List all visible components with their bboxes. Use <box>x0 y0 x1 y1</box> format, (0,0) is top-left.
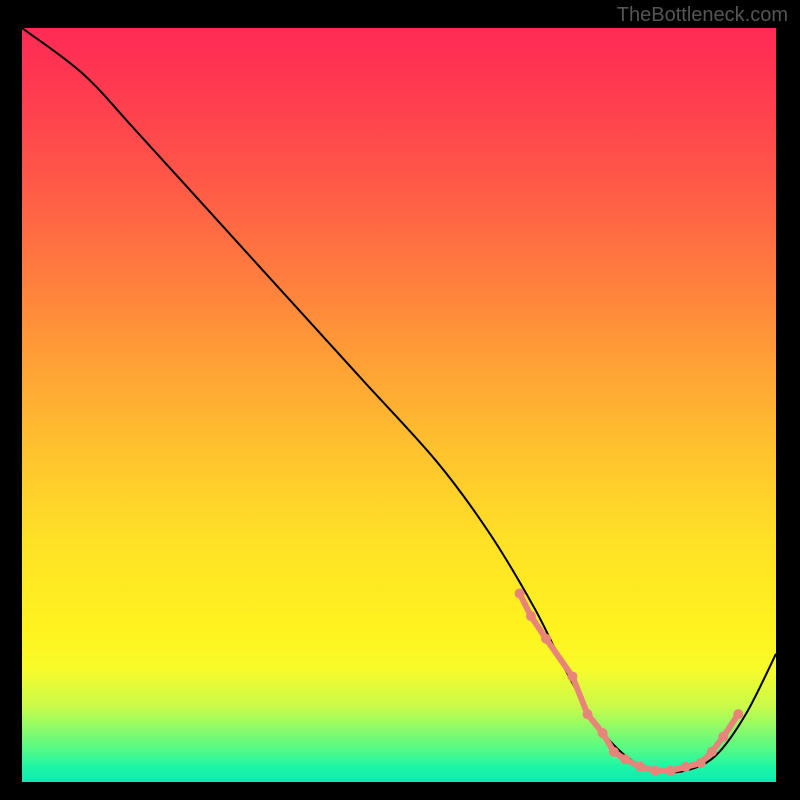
highlight-marker <box>620 754 630 764</box>
bottleneck-curve-line <box>22 28 776 773</box>
highlight-marker <box>567 671 577 681</box>
highlight-marker <box>515 589 525 599</box>
highlight-marker <box>681 762 691 772</box>
highlight-marker <box>718 732 728 742</box>
highlight-marker <box>526 611 536 621</box>
curve-svg <box>22 28 776 782</box>
highlight-markers <box>515 589 744 776</box>
highlight-marker <box>650 766 660 776</box>
highlight-marker <box>609 747 619 757</box>
highlight-marker <box>583 709 593 719</box>
highlight-marker <box>733 709 743 719</box>
highlight-marker <box>707 747 717 757</box>
highlight-marker <box>598 728 608 738</box>
watermark-text: TheBottleneck.com <box>617 4 788 27</box>
plot-area <box>22 28 776 782</box>
highlight-marker <box>696 758 706 768</box>
highlight-marker <box>635 762 645 772</box>
highlight-marker <box>665 766 675 776</box>
chart-container: TheBottleneck.com <box>0 0 800 800</box>
highlight-marker <box>541 634 551 644</box>
highlight-segment <box>520 594 739 771</box>
